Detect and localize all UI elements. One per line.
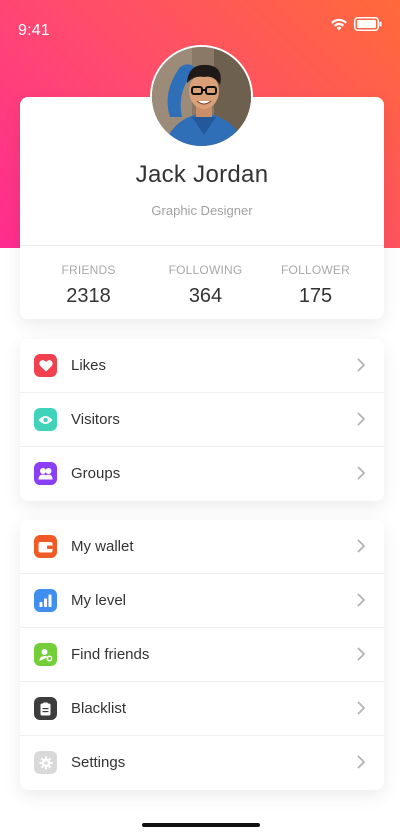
chevron-right-icon	[357, 701, 365, 715]
menu-label: Blacklist	[71, 700, 127, 717]
profile-divider	[20, 245, 384, 246]
menu-label: Groups	[71, 465, 121, 482]
stat-follower[interactable]: FOLLOWER 175	[255, 263, 376, 308]
menu-label: Visitors	[71, 411, 120, 428]
status-time: 9:41	[18, 22, 50, 39]
eye-icon	[34, 408, 57, 431]
menu-item-find-friends[interactable]: Find friends	[20, 628, 384, 682]
avatar-photo	[152, 47, 251, 146]
menu-item-likes[interactable]: Likes	[20, 339, 384, 393]
menu-group-secondary: My wallet My level Find friends Blacklis…	[20, 520, 384, 790]
stat-value: 364	[188, 285, 223, 307]
stat-value: 2318	[66, 285, 111, 307]
menu-label: My level	[71, 592, 127, 609]
chevron-right-icon	[357, 755, 365, 769]
find-friends-icon	[34, 643, 57, 666]
chevron-right-icon	[357, 412, 365, 426]
menu-item-blacklist[interactable]: Blacklist	[20, 682, 384, 736]
stat-following[interactable]: FOLLOWING 364	[145, 263, 266, 308]
menu-item-settings[interactable]: Settings	[20, 736, 384, 790]
wallet-icon	[34, 535, 57, 558]
stat-value: 175	[298, 285, 333, 307]
profile-role: Graphic Designer	[151, 203, 253, 218]
stat-label: FRIENDS	[61, 263, 116, 277]
blacklist-icon	[34, 697, 57, 720]
chevron-right-icon	[357, 593, 365, 607]
menu-item-my-wallet[interactable]: My wallet	[20, 520, 384, 574]
battery-icon	[354, 17, 382, 31]
chevron-right-icon	[357, 466, 365, 480]
menu-label: Find friends	[71, 646, 150, 663]
stat-friends[interactable]: FRIENDS 2318	[28, 263, 149, 308]
heart-icon	[34, 354, 57, 377]
home-indicator[interactable]	[142, 823, 260, 827]
menu-group-primary: Likes Visitors Groups	[20, 339, 384, 501]
gear-icon	[34, 751, 57, 774]
menu-label: Settings	[71, 754, 126, 771]
menu-item-groups[interactable]: Groups	[20, 447, 384, 501]
stat-label: FOLLOWER	[281, 263, 350, 277]
bar-chart-icon	[34, 589, 57, 612]
menu-label: My wallet	[71, 538, 134, 555]
chevron-right-icon	[357, 647, 365, 661]
profile-name: Jack Jordan	[135, 161, 269, 188]
chevron-right-icon	[357, 539, 365, 553]
menu-label: Likes	[71, 357, 107, 374]
chevron-right-icon	[357, 358, 365, 372]
avatar[interactable]	[150, 45, 253, 148]
wifi-icon	[331, 18, 347, 31]
menu-item-my-level[interactable]: My level	[20, 574, 384, 628]
people-icon	[34, 462, 57, 485]
menu-item-visitors[interactable]: Visitors	[20, 393, 384, 447]
stat-label: FOLLOWING	[168, 263, 243, 277]
